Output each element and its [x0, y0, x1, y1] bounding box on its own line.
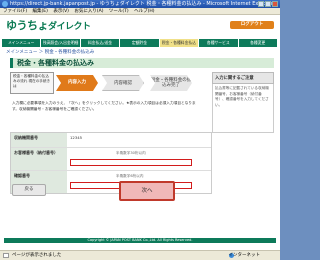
window-titlebar: https://direct.jp-bank.japanpost.jp - ゆう… — [0, 0, 280, 8]
site-logo[interactable]: ゆうちょダイレクト — [6, 17, 91, 33]
step-input: 内容入力 — [56, 75, 98, 91]
security-zone: インターネット — [228, 253, 261, 258]
menu-help[interactable]: ヘルプ(H) — [134, 9, 154, 14]
page-title: 税金・各種料金の払込み — [10, 58, 274, 68]
logout-button[interactable]: ログアウト — [230, 21, 274, 29]
field-label: お客様番号（納付番号） — [11, 148, 67, 170]
step-complete: 税金・各種料金の払込み完了 — [150, 75, 192, 91]
back-button[interactable]: 戻る — [12, 184, 46, 196]
nav-tax-payment[interactable]: 税金・各種料金払込 — [159, 39, 200, 47]
window-title: https://direct.jp-bank.japanpost.jp - ゆう… — [10, 1, 274, 7]
global-nav: メインメニュー 残高照会/入出金明細 料金払込/送金 定額貯金 税金・各種料金払… — [2, 39, 278, 47]
main-content: 税金・各種料金の払込み 税金・各種料金の払込みの流れ 現在の手続きは 内容入力 … — [4, 56, 276, 240]
breadcrumb[interactable]: メインメニュー ＞ 税金・各種料金の払込み — [6, 49, 94, 55]
nav-changes[interactable]: 各種変更 — [239, 39, 278, 47]
progress-stepper: 税金・各種料金の払込みの流れ 現在の手続きは 内容入力 内容確認 税金・各種料金… — [10, 72, 210, 94]
minimize-icon[interactable] — [258, 1, 264, 7]
notes-panel: 入力に関するご注意 払込書等に記載されている収納機関番号、お客様番号（納付番号）… — [212, 72, 274, 133]
window-controls — [258, 1, 278, 7]
site-footer: Copyright © JAPAN POST BANK Co.,Ltd. All… — [4, 238, 276, 243]
nav-services[interactable]: 各種サービス — [199, 39, 239, 47]
stepper-caption: 税金・各種料金の払込みの流れ 現在の手続きは — [10, 72, 54, 94]
menu-favorites[interactable]: お気に入り(A) — [74, 9, 103, 14]
status-text: ページが表示されました — [12, 253, 62, 258]
browser-window: https://direct.jp-bank.japanpost.jp - ゆう… — [0, 0, 280, 260]
maximize-icon[interactable] — [265, 1, 271, 7]
field-hint: 半角数字30桁以内 — [116, 151, 146, 155]
status-bar: ページが表示されました インターネット — [0, 250, 280, 260]
menu-file[interactable]: ファイル(F) — [3, 9, 27, 14]
menu-view[interactable]: 表示(V) — [53, 9, 69, 14]
form-row: お客様番号（納付番号） 半角数字30桁以内 — [11, 148, 211, 171]
nav-main-menu[interactable]: メインメニュー — [2, 39, 42, 47]
next-button[interactable]: 次へ — [119, 181, 175, 201]
menubar: ファイル(F) 編集(E) 表示(V) お気に入り(A) ツール(T) ヘルプ(… — [0, 8, 280, 15]
form-row: 収納機関番号 12345 — [11, 133, 211, 148]
ie-icon — [2, 1, 8, 7]
customer-number-cell: 半角数字30桁以内 — [67, 148, 211, 170]
page-icon — [3, 253, 9, 258]
field-hint: 半角数字6桁以内 — [116, 174, 144, 178]
notes-text: 払込書等に記載されている収納機関番号、お客様番号（納付番号）、確認番号を入力して… — [212, 84, 274, 133]
instructions-text: 入力欄に必要事項を入力のうえ、「次へ」をクリックしてください。★表示の入力項目は… — [12, 101, 196, 111]
logo-suffix: ダイレクト — [48, 21, 91, 31]
step-confirm: 内容確認 — [102, 75, 144, 91]
menu-tools[interactable]: ツール(T) — [109, 9, 129, 14]
logo-text: ゆうちょ — [6, 20, 49, 32]
field-label: 収納機関番号 — [11, 133, 67, 147]
notes-title: 入力に関するご注意 — [212, 72, 274, 84]
close-icon[interactable] — [272, 1, 278, 7]
nav-fixed-deposit[interactable]: 定額貯金 — [120, 39, 160, 47]
site-header: ゆうちょダイレクト ログアウト — [0, 15, 280, 39]
nav-balance[interactable]: 残高照会/入出金明細 — [41, 39, 81, 47]
menu-edit[interactable]: 編集(E) — [33, 9, 48, 14]
institution-number-value: 12345 — [70, 135, 83, 140]
nav-transfer[interactable]: 料金払込/送金 — [81, 39, 121, 47]
customer-number-input[interactable] — [70, 159, 192, 166]
